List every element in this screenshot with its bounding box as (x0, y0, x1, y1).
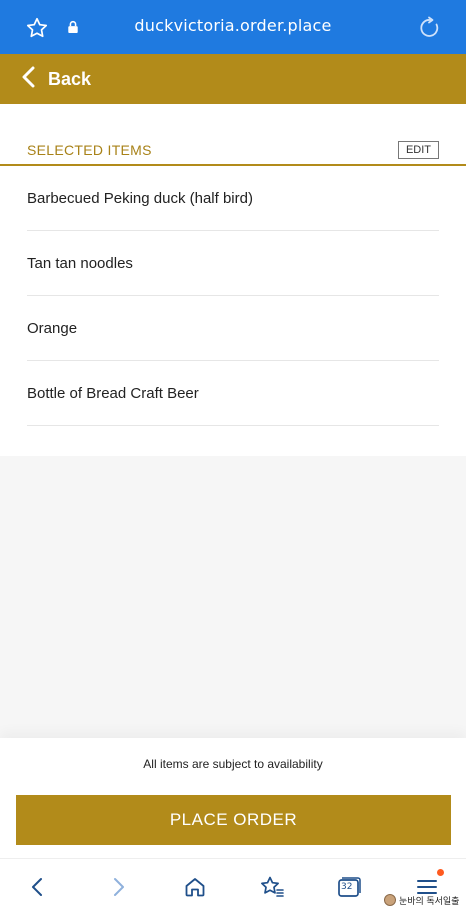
section-title: SELECTED ITEMS (27, 142, 152, 158)
chevron-left-icon[interactable] (24, 873, 52, 901)
back-label: Back (48, 68, 92, 89)
tab-count: 32 (341, 882, 353, 892)
watermark-face-icon (384, 894, 396, 906)
chevron-left-icon (20, 66, 36, 93)
place-order-button[interactable]: PLACE ORDER (16, 795, 451, 845)
list-item: Orange (27, 296, 439, 361)
app-header: Back (0, 54, 466, 104)
list-item: Barbecued Peking duck (half bird) (27, 166, 439, 231)
browser-address-bar: duckvictoria.order.place (0, 0, 466, 54)
home-icon[interactable] (181, 873, 209, 901)
order-footer: All items are subject to availability PL… (0, 738, 466, 858)
watermark: 눈바의 독서일출 (384, 892, 459, 908)
watermark-text: 눈바의 독서일출 (399, 895, 460, 906)
edit-button[interactable]: EDIT (398, 141, 439, 159)
selected-items-panel: SELECTED ITEMS EDIT Barbecued Peking duc… (0, 104, 466, 456)
refresh-icon[interactable] (417, 15, 443, 41)
list-item: Tan tan noodles (27, 231, 439, 296)
page: duckvictoria.order.place Back SELECTED I… (0, 0, 466, 913)
chevron-right-icon[interactable] (104, 873, 132, 901)
availability-note: All items are subject to availability (143, 757, 323, 771)
back-button[interactable]: Back (0, 54, 91, 104)
notification-dot (437, 869, 444, 876)
section-header: SELECTED ITEMS EDIT (0, 104, 466, 166)
tabs-icon[interactable]: 32 (335, 873, 363, 901)
item-list: Barbecued Peking duck (half bird) Tan ta… (27, 166, 439, 426)
list-item: Bottle of Bread Craft Beer (27, 361, 439, 426)
bookmarks-icon[interactable] (258, 873, 286, 901)
url-text[interactable]: duckvictoria.order.place (0, 16, 466, 35)
